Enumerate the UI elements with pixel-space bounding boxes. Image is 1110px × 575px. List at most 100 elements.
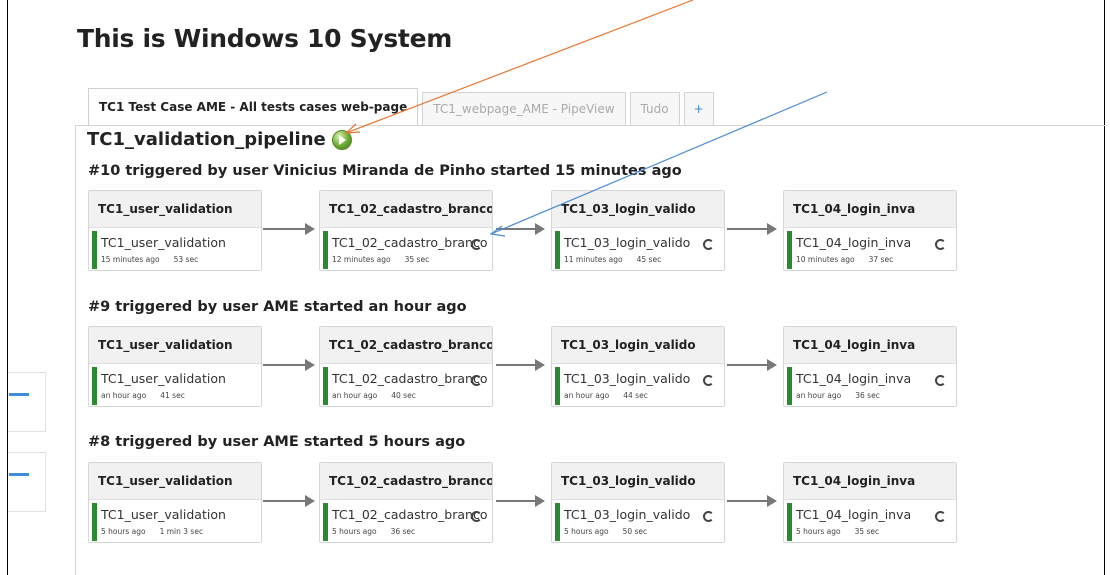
rerun-icon[interactable] bbox=[703, 511, 714, 522]
job-name[interactable]: TC1_03_login_valido bbox=[564, 371, 690, 386]
content-left-border bbox=[75, 125, 76, 575]
job-entry[interactable]: TC1_02_cadastro_branco 12 minutes ago 35 s… bbox=[320, 228, 492, 272]
content-top-border bbox=[75, 125, 1105, 126]
job-name[interactable]: TC1_04_login_inva bbox=[796, 235, 911, 250]
job-time: an hour ago bbox=[332, 391, 378, 400]
job-entry[interactable]: TC1_03_login_validoan hour ago 44 sec bbox=[552, 364, 724, 408]
job-status-bar bbox=[92, 231, 97, 269]
job-name[interactable]: TC1_user_validation bbox=[101, 371, 226, 386]
stage-arrow bbox=[727, 495, 777, 507]
stage-arrow bbox=[727, 223, 777, 235]
job-meta: 15 minutes ago 53 sec bbox=[101, 255, 198, 264]
job-time: 15 minutes ago bbox=[101, 255, 160, 264]
stage-title[interactable]: TC1_02_cadastro_branco bbox=[320, 463, 492, 500]
job-name[interactable]: TC1_03_login_valido bbox=[564, 235, 690, 250]
menu-bar-icon bbox=[9, 473, 29, 476]
job-time: 10 minutes ago bbox=[796, 255, 855, 264]
stage-title[interactable]: TC1_user_validation bbox=[89, 463, 261, 500]
job-name[interactable]: TC1_02_cadastro_branco bbox=[332, 235, 487, 250]
stage-arrow bbox=[496, 495, 545, 507]
job-meta: an hour ago 40 sec bbox=[332, 391, 416, 400]
job-status-bar bbox=[787, 503, 792, 541]
stage-title[interactable]: TC1_02_cadastro_branco bbox=[320, 327, 492, 364]
job-time: an hour ago bbox=[101, 391, 147, 400]
job-duration: 35 sec bbox=[854, 527, 880, 536]
tab-all-tests-cases[interactable]: TC1 Test Case AME - All tests cases web-… bbox=[88, 88, 419, 125]
job-duration: 35 sec bbox=[404, 255, 430, 264]
job-name[interactable]: TC1_04_login_inva bbox=[796, 507, 911, 522]
job-entry[interactable]: TC1_04_login_inva 5 hours ago 35 sec bbox=[784, 500, 956, 544]
run-heading[interactable]: #8 triggered by user AME started 5 hours… bbox=[88, 434, 465, 450]
rerun-icon[interactable] bbox=[935, 239, 946, 250]
job-name[interactable]: TC1_user_validation bbox=[101, 507, 226, 522]
job-entry[interactable]: TC1_02_cadastro_brancoan hour ago 40 sec bbox=[320, 364, 492, 408]
job-duration: 45 sec bbox=[636, 255, 662, 264]
job-time: 5 hours ago bbox=[564, 527, 609, 536]
stage-title[interactable]: TC1_user_validation bbox=[89, 191, 261, 228]
stage-arrow bbox=[263, 359, 315, 371]
stage-arrow bbox=[496, 223, 545, 235]
job-name[interactable]: TC1_user_validation bbox=[101, 235, 226, 250]
side-panel-widget[interactable] bbox=[8, 452, 46, 512]
job-meta: an hour ago 36 sec bbox=[796, 391, 880, 400]
job-time: 12 minutes ago bbox=[332, 255, 391, 264]
stage-title[interactable]: TC1_04_login_inva bbox=[784, 191, 956, 228]
job-entry[interactable]: TC1_03_login_valido 11 minutes ago 45 sec bbox=[552, 228, 724, 272]
rerun-icon[interactable] bbox=[935, 375, 946, 386]
play-circle-icon[interactable] bbox=[331, 129, 352, 150]
job-meta: 10 minutes ago 37 sec bbox=[796, 255, 893, 264]
view-tabs: TC1 Test Case AME - All tests cases web-… bbox=[88, 88, 718, 125]
stage-title[interactable]: TC1_04_login_inva bbox=[784, 463, 956, 500]
job-status-bar bbox=[323, 231, 328, 269]
rerun-icon[interactable] bbox=[703, 239, 714, 250]
job-name[interactable]: TC1_03_login_valido bbox=[564, 507, 690, 522]
job-status-bar bbox=[555, 503, 560, 541]
job-duration: 1 min 3 sec bbox=[159, 527, 204, 536]
rerun-icon[interactable] bbox=[471, 375, 482, 386]
job-entry[interactable]: TC1_user_validation 5 hours ago 1 min 3 se… bbox=[89, 500, 261, 544]
add-tab-button[interactable]: + bbox=[683, 92, 714, 125]
job-entry[interactable]: TC1_03_login_valido 5 hours ago 50 sec bbox=[552, 500, 724, 544]
rerun-icon[interactable] bbox=[471, 239, 482, 250]
stage-arrow bbox=[496, 359, 545, 371]
job-entry[interactable]: TC1_user_validationan hour ago 41 sec bbox=[89, 364, 261, 408]
job-entry[interactable]: TC1_04_login_inva 10 minutes ago 37 sec bbox=[784, 228, 956, 272]
job-meta: 11 minutes ago 45 sec bbox=[564, 255, 661, 264]
job-name[interactable]: TC1_02_cadastro_branco bbox=[332, 371, 487, 386]
job-meta: 5 hours ago 36 sec bbox=[332, 527, 415, 536]
stage-title[interactable]: TC1_user_validation bbox=[89, 327, 261, 364]
job-duration: 53 sec bbox=[173, 255, 199, 264]
menu-bar-icon bbox=[9, 393, 29, 396]
tab-pipeview[interactable]: TC1_webpage_AME - PipeView bbox=[422, 92, 626, 125]
job-entry[interactable]: TC1_02_cadastro_branco 5 hours ago 36 sec bbox=[320, 500, 492, 544]
job-time: an hour ago bbox=[564, 391, 610, 400]
job-duration: 50 sec bbox=[622, 527, 648, 536]
job-name[interactable]: TC1_04_login_inva bbox=[796, 371, 911, 386]
job-duration: 44 sec bbox=[623, 391, 648, 400]
rerun-icon[interactable] bbox=[935, 511, 946, 522]
job-status-bar bbox=[555, 367, 560, 405]
stage-title[interactable]: TC1_03_login_valido bbox=[552, 463, 724, 500]
stage-title[interactable]: TC1_03_login_valido bbox=[552, 191, 724, 228]
rerun-icon[interactable] bbox=[471, 511, 482, 522]
run-heading[interactable]: #10 triggered by user Vinicius Miranda d… bbox=[88, 163, 682, 179]
stage-title[interactable]: TC1_02_cadastro_branco bbox=[320, 191, 492, 228]
tab-tudo[interactable]: Tudo bbox=[629, 92, 680, 125]
job-meta: an hour ago 44 sec bbox=[564, 391, 648, 400]
job-name[interactable]: TC1_02_cadastro_branco bbox=[332, 507, 487, 522]
job-entry[interactable]: TC1_04_login_invaan hour ago 36 sec bbox=[784, 364, 956, 408]
stage-title[interactable]: TC1_04_login_inva bbox=[784, 327, 956, 364]
stage-card: TC1_02_cadastro_branco TC1_02_cadastro_br… bbox=[319, 190, 493, 271]
pipeline-title: TC1_validation_pipeline bbox=[87, 129, 352, 150]
run-heading[interactable]: #9 triggered by user AME started an hour… bbox=[88, 299, 467, 315]
stage-card: TC1_02_cadastro_branco TC1_02_cadastro_br… bbox=[319, 462, 493, 543]
stage-card: TC1_03_login_valido TC1_03_login_valido 5 … bbox=[551, 462, 725, 543]
job-meta: an hour ago 41 sec bbox=[101, 391, 185, 400]
side-panel-widget[interactable] bbox=[8, 372, 46, 432]
job-entry[interactable]: TC1_user_validation 15 minutes ago 53 sec bbox=[89, 228, 261, 272]
job-duration: 40 sec bbox=[391, 391, 416, 400]
job-time: 5 hours ago bbox=[332, 527, 377, 536]
stage-title[interactable]: TC1_03_login_valido bbox=[552, 327, 724, 364]
rerun-icon[interactable] bbox=[703, 375, 714, 386]
job-status-bar bbox=[787, 231, 792, 269]
